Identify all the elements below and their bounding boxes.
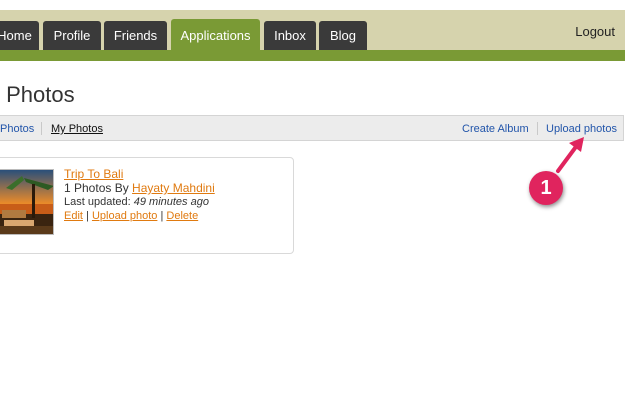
subnav-divider <box>41 122 42 135</box>
album-title-link[interactable]: Trip To Bali <box>64 167 123 181</box>
tab-home[interactable]: Home <box>0 21 39 50</box>
page: Home Profile Friends Applications Inbox … <box>0 0 630 400</box>
album-owner-link[interactable]: Hayaty Mahdini <box>132 181 215 195</box>
sub-navigation: Photos My Photos Create Album Upload pho… <box>0 115 624 141</box>
last-updated-label: Last updated: <box>64 196 134 208</box>
annotation-arrow-icon <box>556 137 584 173</box>
subnav-divider <box>537 122 538 135</box>
page-title: y Photos <box>0 82 75 107</box>
upload-photo-link[interactable]: Upload photo <box>92 210 157 222</box>
tab-inbox[interactable]: Inbox <box>264 21 316 50</box>
step-badge: 1 <box>529 171 563 205</box>
tab-friends[interactable]: Friends <box>104 21 167 50</box>
album-thumbnail[interactable] <box>0 169 54 235</box>
action-separator: | <box>86 210 89 222</box>
action-separator: | <box>160 210 164 222</box>
tab-blog[interactable]: Blog <box>319 21 367 50</box>
album-card: Trip To Bali 1 Photos By Hayaty Mahdini … <box>0 157 294 254</box>
create-album-link[interactable]: Create Album <box>462 123 529 135</box>
album-info: Trip To Bali 1 Photos By Hayaty Mahdini … <box>64 167 215 223</box>
album-count-text: 1 Photos By <box>64 181 133 195</box>
subnav-my-photos-link[interactable]: My Photos <box>51 123 103 135</box>
tab-profile[interactable]: Profile <box>43 21 101 50</box>
delete-album-link[interactable]: Delete <box>166 210 198 222</box>
tab-applications[interactable]: Applications <box>171 19 260 50</box>
logout-link[interactable]: Logout <box>575 24 615 39</box>
edit-album-link[interactable]: Edit <box>64 210 83 222</box>
last-updated-value: 49 minutes ago <box>133 196 209 208</box>
top-nav-accent <box>0 50 625 61</box>
upload-photos-link[interactable]: Upload photos <box>546 123 617 135</box>
subnav-photos-link[interactable]: Photos <box>0 123 34 135</box>
